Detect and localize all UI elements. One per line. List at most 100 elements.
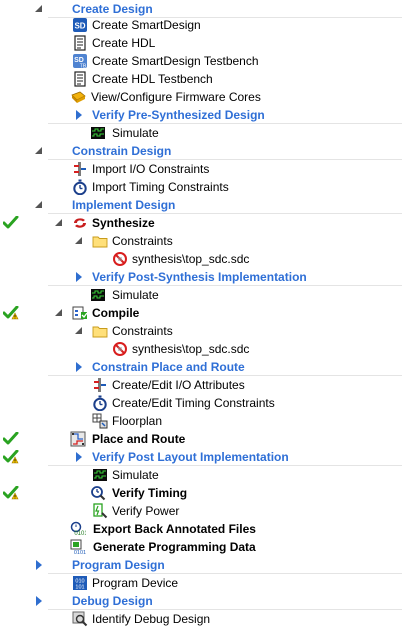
tree-row-label: Generate Programming Data: [93, 540, 256, 554]
svg-text:SD: SD: [74, 22, 85, 31]
tree-row-label: Create HDL: [92, 36, 156, 50]
tree-row-label: Implement Design: [72, 198, 176, 212]
tree-row-synthesis-top-sdc-sdc[interactable]: synthesis\top_sdc.sdc: [0, 250, 402, 268]
floorplan-icon: [92, 413, 108, 429]
collapse-arrow-icon[interactable]: [74, 326, 84, 336]
folder-icon: [92, 233, 108, 249]
programming-data-icon: 0101: [70, 539, 86, 556]
tree-row-label: View/Configure Firmware Cores: [91, 90, 261, 104]
tree-row-export-back-annotated-files[interactable]: 0101 Export Back Annotated Files: [0, 520, 402, 538]
program-device-icon: 010 101: [72, 575, 88, 591]
tree-row-identify-debug-design[interactable]: Identify Debug Design: [0, 610, 402, 628]
tree-row-label: Export Back Annotated Files: [93, 522, 256, 536]
tree-row-constraints[interactable]: Constraints: [0, 232, 402, 250]
simulate-icon: [92, 467, 108, 483]
tree-row-program-device[interactable]: 010 101 Program Device: [0, 574, 402, 592]
tree-row-label: Simulate: [112, 468, 159, 482]
collapse-arrow-icon[interactable]: [74, 236, 84, 246]
tree-row-label: Verify Post Layout Implementation: [92, 450, 289, 464]
tree-row-label: Synthesize: [92, 216, 155, 230]
tree-row-create-edit-i-o-attributes[interactable]: Create/Edit I/O Attributes: [0, 376, 402, 394]
verify-power-icon: [92, 503, 108, 519]
status-check-warning-icon: [2, 305, 19, 320]
stopwatch-icon: [72, 179, 88, 196]
collapse-arrow-icon[interactable]: [54, 308, 64, 318]
tree-row-simulate[interactable]: Simulate: [0, 124, 402, 142]
tree-row-simulate[interactable]: Simulate: [0, 286, 402, 304]
collapse-arrow-icon[interactable]: [34, 146, 44, 156]
hdl-file-icon: [72, 71, 88, 87]
status-check-warning-icon: [2, 449, 19, 464]
tree-row-label: Create/Edit I/O Attributes: [112, 378, 245, 392]
tree-row-view-configure-firmware-cores[interactable]: View/Configure Firmware Cores: [0, 88, 402, 106]
expand-arrow-icon[interactable]: [74, 110, 84, 120]
sdc-file-icon: [112, 251, 128, 267]
export-files-icon: 0101: [70, 521, 88, 537]
tree-row-constrain-design[interactable]: Constrain Design: [0, 142, 402, 160]
tree-row-verify-post-layout-implementation[interactable]: Verify Post Layout Implementation: [0, 448, 402, 466]
tree-row-label: Verify Post-Synthesis Implementation: [92, 270, 307, 284]
tree-row-create-smartdesign-testbench[interactable]: SD TB Create SmartDesign Testbench: [0, 52, 402, 70]
tree-row-compile[interactable]: Compile: [0, 304, 402, 322]
tree-row-import-i-o-constraints[interactable]: Import I/O Constraints: [0, 160, 402, 178]
tree-row-simulate[interactable]: Simulate: [0, 466, 402, 484]
tree-row-label: Program Design: [72, 558, 165, 572]
tree-row-label: Verify Pre-Synthesized Design: [92, 108, 265, 122]
expand-arrow-icon[interactable]: [74, 362, 84, 372]
svg-text:0101: 0101: [74, 550, 86, 555]
expand-arrow-icon[interactable]: [74, 272, 84, 282]
tree-row-label: synthesis\top_sdc.sdc: [132, 252, 250, 266]
collapse-arrow-icon[interactable]: [34, 200, 44, 210]
tree-row-label: Program Device: [92, 576, 179, 590]
synthesize-icon: [72, 215, 88, 231]
design-flow-tree: Create Design SD Create SmartDesign Create …: [0, 0, 402, 629]
tree-row-verify-power[interactable]: Verify Power: [0, 502, 402, 520]
simulate-icon: [90, 125, 106, 141]
tree-row-create-smartdesign[interactable]: SD Create SmartDesign: [0, 16, 402, 34]
expand-arrow-icon[interactable]: [74, 452, 84, 462]
io-constraints-icon: [72, 161, 88, 177]
tree-row-verify-post-synthesis-implementation[interactable]: Verify Post-Synthesis Implementation: [0, 268, 402, 286]
tree-row-place-and-route[interactable]: Place and Route: [0, 430, 402, 448]
tree-row-create-hdl-testbench[interactable]: Create HDL Testbench: [0, 70, 402, 88]
tree-row-label: Place and Route: [92, 432, 186, 446]
tree-row-create-hdl[interactable]: Create HDL: [0, 34, 402, 52]
compile-icon: [72, 305, 88, 321]
tree-row-label: Create HDL Testbench: [92, 72, 213, 86]
status-check-icon: [2, 431, 19, 446]
stopwatch-icon: [92, 395, 108, 412]
status-check-warning-icon: [2, 485, 19, 500]
tree-row-constraints[interactable]: Constraints: [0, 322, 402, 340]
tree-row-verify-pre-synthesized-design[interactable]: Verify Pre-Synthesized Design: [0, 106, 402, 124]
tree-row-floorplan[interactable]: Floorplan: [0, 412, 402, 430]
tree-row-constrain-place-and-route[interactable]: Constrain Place and Route: [0, 358, 402, 376]
svg-text:0101: 0101: [74, 531, 86, 537]
firmware-cores-icon: [70, 89, 86, 105]
expand-arrow-icon[interactable]: [34, 596, 44, 606]
smartdesign-testbench-icon: SD TB: [72, 53, 88, 70]
tree-row-implement-design[interactable]: Implement Design: [0, 196, 402, 214]
smartdesign-icon: SD: [72, 17, 88, 33]
verify-timing-icon: [90, 485, 106, 501]
simulate-icon: [90, 287, 106, 303]
tree-row-create-edit-timing-constraints[interactable]: Create/Edit Timing Constraints: [0, 394, 402, 412]
tree-row-label: Create SmartDesign Testbench: [92, 54, 259, 68]
collapse-arrow-icon[interactable]: [54, 218, 64, 228]
tree-row-generate-programming-data[interactable]: 0101 Generate Programming Data: [0, 538, 402, 556]
place-route-icon: [70, 431, 86, 447]
expand-arrow-icon[interactable]: [34, 560, 44, 570]
tree-row-synthesis-top-sdc-sdc[interactable]: synthesis\top_sdc.sdc: [0, 340, 402, 358]
tree-row-label: Compile: [92, 306, 140, 320]
svg-text:TB: TB: [80, 64, 87, 70]
tree-row-verify-timing[interactable]: Verify Timing: [0, 484, 402, 502]
tree-row-program-design[interactable]: Program Design: [0, 556, 402, 574]
tree-row-debug-design[interactable]: Debug Design: [0, 592, 402, 610]
collapse-arrow-icon[interactable]: [34, 4, 44, 14]
tree-row-synthesize[interactable]: Synthesize: [0, 214, 402, 232]
tree-row-label: Constraints: [112, 324, 173, 338]
hdl-file-icon: [72, 35, 88, 51]
tree-row-import-timing-constraints[interactable]: Import Timing Constraints: [0, 178, 402, 196]
folder-icon: [92, 323, 108, 339]
identify-debug-icon: [72, 611, 88, 627]
tree-row-label: synthesis\top_sdc.sdc: [132, 342, 250, 356]
